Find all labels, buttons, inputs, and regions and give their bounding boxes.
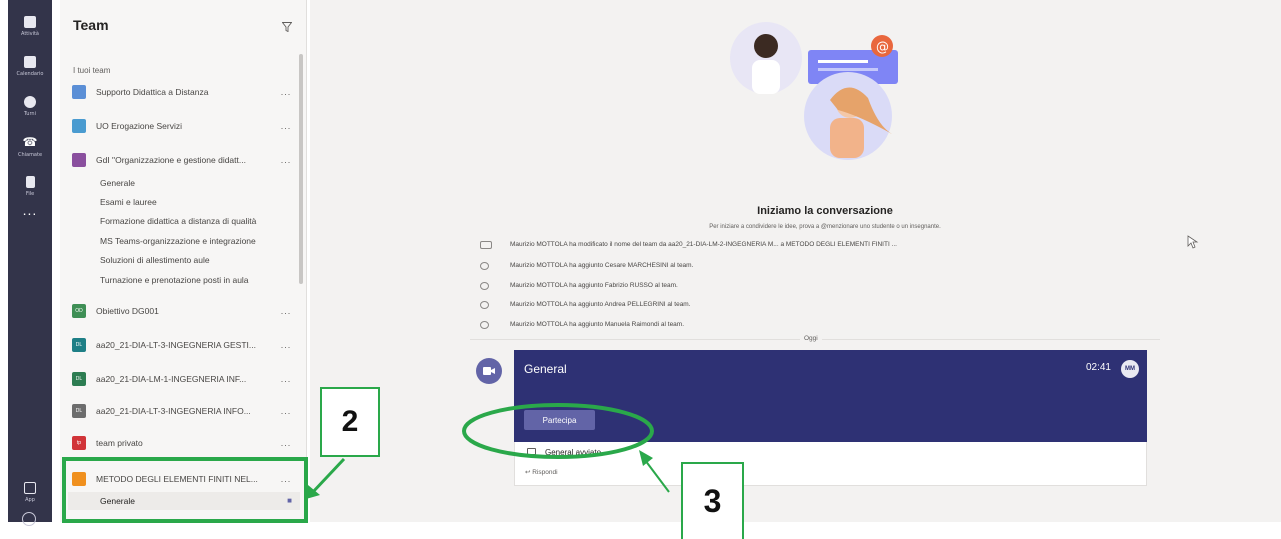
meeting-avatar bbox=[476, 358, 502, 384]
more-options-button[interactable]: ... bbox=[274, 374, 298, 384]
rail-more-button[interactable]: ... bbox=[8, 202, 52, 218]
rail-activity-label: Attività bbox=[20, 30, 39, 37]
add-person-icon bbox=[480, 282, 489, 290]
add-person-icon bbox=[480, 301, 489, 309]
reply-label: Rispondi bbox=[532, 469, 558, 476]
team-item[interactable]: Supporto Didattica a Distanza ... bbox=[68, 79, 298, 105]
channel-item[interactable]: Generale bbox=[100, 178, 135, 188]
rail-calls[interactable]: ☎ Chiamate bbox=[8, 126, 52, 166]
activity-item: Maurizio MOTTOLA ha aggiunto Manuela Rai… bbox=[510, 321, 685, 328]
file-icon bbox=[25, 175, 35, 188]
reply-button[interactable]: ↩ Rispondi bbox=[525, 468, 558, 476]
mouse-cursor-icon bbox=[1187, 235, 1199, 249]
rail-files[interactable]: File bbox=[8, 166, 52, 206]
activity-item: Maurizio MOTTOLA ha aggiunto Fabrizio RU… bbox=[510, 282, 678, 289]
team-name: aa20_21-DIA-LT-3-INGEGNERIA INFO... bbox=[96, 406, 251, 416]
annotation-label-2: 2 bbox=[320, 387, 380, 457]
welcome-illustration: @ bbox=[730, 22, 898, 160]
avatar: MM bbox=[1121, 360, 1139, 378]
filter-icon[interactable] bbox=[282, 22, 292, 32]
rail-apps[interactable]: App bbox=[8, 472, 52, 512]
team-item[interactable]: DL aa20_21-DIA-LT-3-INGEGNERIA INFO... .… bbox=[68, 398, 298, 424]
team-name: Supporto Didattica a Distanza bbox=[96, 87, 209, 97]
team-avatar: OD bbox=[72, 304, 86, 318]
panel-title: Team bbox=[73, 17, 109, 33]
team-item[interactable]: tp team privato ... bbox=[68, 430, 298, 456]
team-item[interactable]: GdI "Organizzazione e gestione didatt...… bbox=[68, 147, 298, 173]
team-avatar: tp bbox=[72, 436, 86, 450]
rename-icon bbox=[480, 241, 492, 249]
activity-item: Maurizio MOTTOLA ha aggiunto Cesare MARC… bbox=[510, 262, 694, 269]
team-avatar: DL bbox=[72, 372, 86, 386]
day-divider-label: Oggi bbox=[800, 335, 822, 342]
clock-icon bbox=[24, 95, 36, 108]
calendar-icon bbox=[24, 55, 36, 68]
app-rail: Attività Calendario Turni ☎ Chiamate Fil… bbox=[8, 0, 52, 526]
welcome-heading: Iniziamo la conversazione bbox=[757, 205, 893, 217]
team-name: aa20_21-DIA-LT-3-INGEGNERIA GESTI... bbox=[96, 340, 256, 350]
team-name: aa20_21-DIA-LM-1-INGEGNERIA INF... bbox=[96, 374, 247, 384]
meeting-title: General bbox=[524, 362, 567, 376]
team-avatar bbox=[72, 119, 86, 133]
team-avatar: DL bbox=[72, 404, 86, 418]
phone-icon: ☎ bbox=[22, 134, 38, 149]
annotation-arrow-3 bbox=[639, 450, 670, 493]
video-camera-icon bbox=[483, 367, 495, 375]
meeting-duration: 02:41 bbox=[1085, 362, 1111, 373]
apps-icon bbox=[24, 481, 36, 494]
rail-apps-label: App bbox=[25, 496, 35, 503]
team-avatar bbox=[72, 153, 86, 167]
channel-item[interactable]: MS Teams-organizzazione e integrazione bbox=[100, 236, 256, 246]
rail-calendar[interactable]: Calendario bbox=[8, 46, 52, 86]
team-panel: Team I tuoi team Supporto Didattica a Di… bbox=[60, 0, 307, 522]
add-person-icon bbox=[480, 321, 489, 329]
rail-files-label: File bbox=[25, 190, 35, 197]
activity-item: Maurizio MOTTOLA ha aggiunto Andrea PELL… bbox=[510, 301, 691, 308]
annotation-arrow-2 bbox=[306, 457, 346, 499]
channel-item[interactable]: Soluzioni di allestimento aule bbox=[100, 255, 210, 265]
bell-icon bbox=[24, 15, 36, 28]
section-label: I tuoi team bbox=[73, 66, 111, 75]
activity-item: Maurizio MOTTOLA ha modificato il nome d… bbox=[510, 241, 897, 248]
team-avatar: DL bbox=[72, 338, 86, 352]
rail-shifts[interactable]: Turni bbox=[8, 86, 52, 126]
more-options-button[interactable]: ... bbox=[274, 155, 298, 165]
channel-item[interactable]: Turnazione e prenotazione posti in aula bbox=[100, 275, 249, 285]
rail-shifts-label: Turni bbox=[24, 110, 36, 117]
add-person-icon bbox=[480, 262, 489, 270]
svg-text:@: @ bbox=[876, 40, 889, 55]
more-options-button[interactable]: ... bbox=[274, 406, 298, 416]
channel-item[interactable]: Esami e lauree bbox=[100, 197, 157, 207]
more-options-button[interactable]: ... bbox=[274, 438, 298, 448]
team-name: UO Erogazione Servizi bbox=[96, 121, 182, 131]
team-item[interactable]: DL aa20_21-DIA-LT-3-INGEGNERIA GESTI... … bbox=[68, 332, 298, 358]
more-options-button[interactable]: ... bbox=[274, 87, 298, 97]
panel-header: Team bbox=[60, 0, 306, 50]
rail-calls-label: Chiamate bbox=[17, 151, 43, 158]
rail-calendar-label: Calendario bbox=[16, 70, 44, 77]
more-options-button[interactable]: ... bbox=[274, 306, 298, 316]
team-name: Obiettivo DG001 bbox=[96, 306, 159, 316]
annotation-highlight-box bbox=[62, 457, 308, 523]
annotation-highlight-ellipse bbox=[462, 403, 654, 459]
help-icon[interactable] bbox=[22, 512, 36, 526]
team-item[interactable]: DL aa20_21-DIA-LM-1-INGEGNERIA INF... ..… bbox=[68, 366, 298, 392]
scrollbar[interactable] bbox=[299, 54, 303, 284]
team-name: team privato bbox=[96, 438, 143, 448]
more-options-button[interactable]: ... bbox=[274, 121, 298, 131]
more-options-button[interactable]: ... bbox=[274, 340, 298, 350]
team-name: GdI "Organizzazione e gestione didatt... bbox=[96, 155, 246, 165]
welcome-subheading: Per iniziare a condividere le idee, prov… bbox=[709, 224, 941, 230]
team-item[interactable]: UO Erogazione Servizi ... bbox=[68, 113, 298, 139]
team-item[interactable]: OD Obiettivo DG001 ... bbox=[68, 298, 298, 324]
rail-activity[interactable]: Attività bbox=[8, 6, 52, 46]
annotation-label-3: 3 bbox=[681, 462, 744, 539]
channel-item[interactable]: Formazione didattica a distanza di quali… bbox=[100, 216, 256, 226]
team-avatar bbox=[72, 85, 86, 99]
